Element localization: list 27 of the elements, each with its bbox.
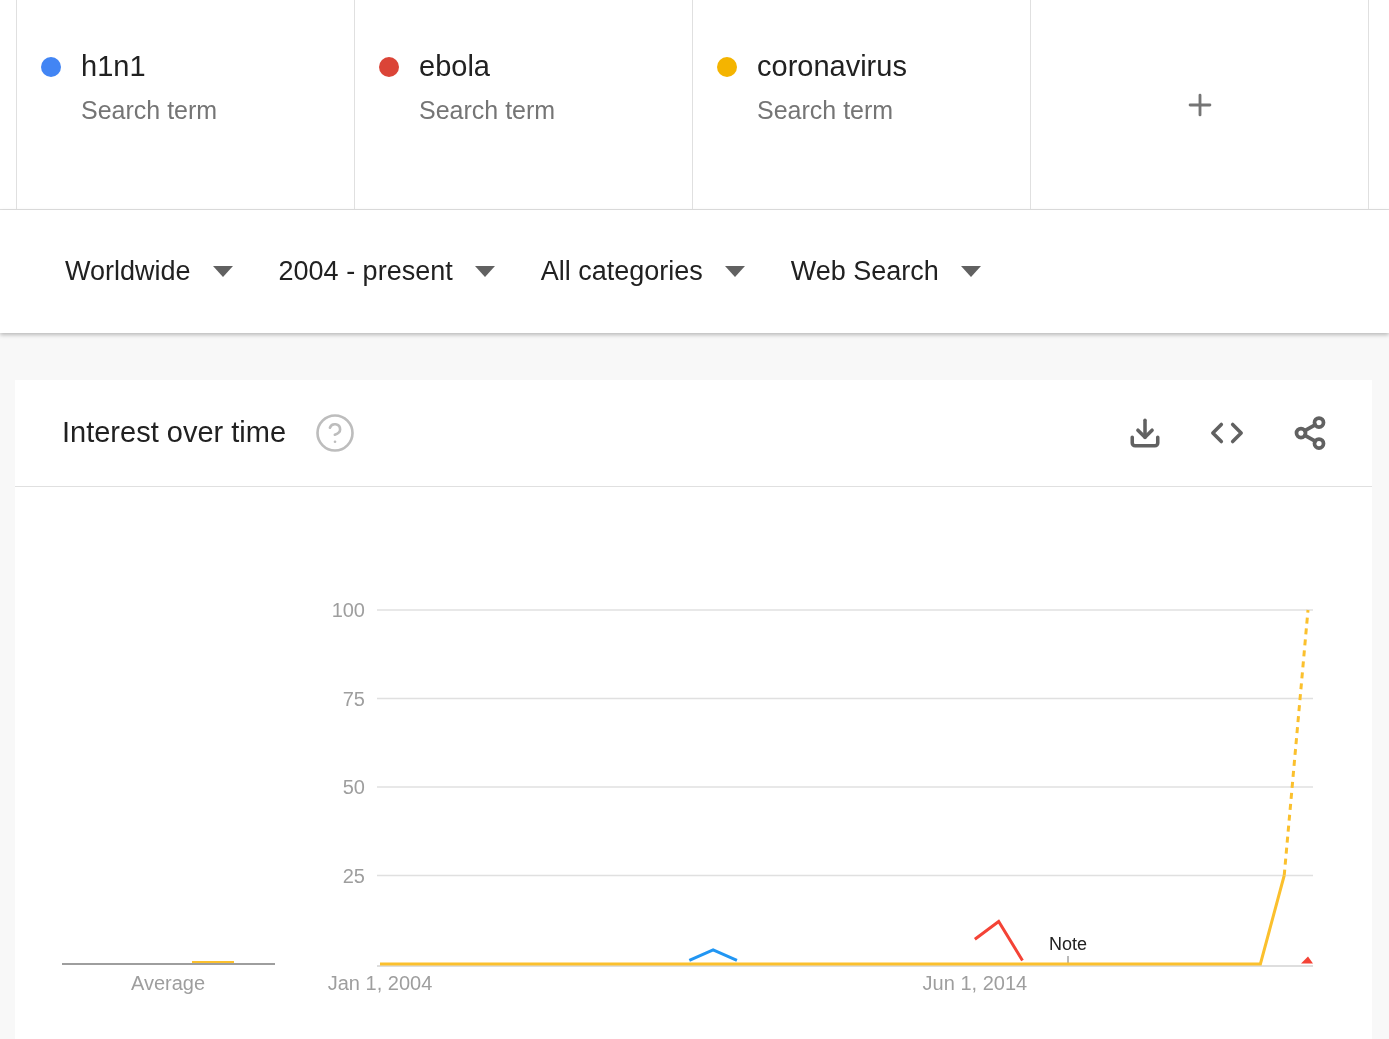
filter-dropdown[interactable]: All categories xyxy=(540,251,745,292)
y-axis-label: 25 xyxy=(342,864,365,887)
term-subtitle: Search term xyxy=(419,95,556,126)
term-name: coronavirus xyxy=(757,49,907,84)
filter-dropdown[interactable]: Web Search xyxy=(790,251,981,292)
y-axis-label: 50 xyxy=(342,776,365,798)
term-subtitle: Search term xyxy=(81,95,218,126)
term-subtitle: Search term xyxy=(757,95,895,126)
term-name: h1n1 xyxy=(81,49,147,84)
note-annotation: Note xyxy=(1049,934,1087,965)
panel-title: Interest over time xyxy=(62,415,287,451)
search-term-card[interactable]: coronavirus Search term xyxy=(692,0,1030,209)
filter-dropdown[interactable]: 2004 - present xyxy=(278,251,495,292)
x-axis-label: Jun 1, 2014 xyxy=(922,972,1028,994)
caret-icon xyxy=(960,266,981,277)
annotation: Note xyxy=(1048,934,1088,954)
caret-icon xyxy=(474,266,495,277)
search-term-card[interactable]: h1n1 Search term xyxy=(16,0,354,209)
x-axis-label: Jan 1, 2004 xyxy=(327,972,433,994)
term-name: ebola xyxy=(419,49,491,84)
y-axis-label: 100 xyxy=(331,599,365,621)
caret-icon xyxy=(724,266,745,277)
search-term-card[interactable]: ebola Search term xyxy=(354,0,692,209)
average-label: Average xyxy=(130,972,206,994)
caret-icon xyxy=(212,266,233,277)
y-axis-label: 75 xyxy=(342,687,365,710)
filter-dropdown[interactable]: Worldwide xyxy=(65,251,233,292)
